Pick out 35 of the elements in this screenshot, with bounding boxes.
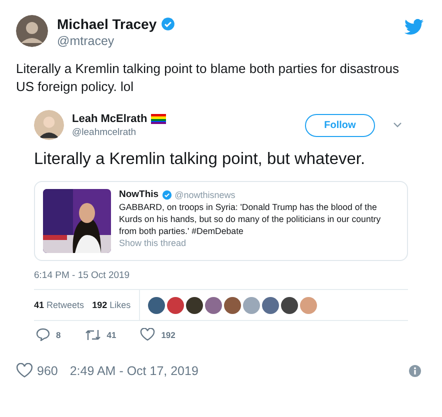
quoted-author-handle[interactable]: @nowthisnews xyxy=(174,190,236,200)
avatar[interactable] xyxy=(262,296,279,314)
avatar[interactable] xyxy=(280,296,298,314)
quoted-tweet-card[interactable] xyxy=(34,181,408,261)
bird-icon[interactable] xyxy=(404,19,424,35)
timestamp[interactable]: 2:49 AM - Oct 17, 2019 xyxy=(70,364,198,378)
author-handle[interactable]: @mtracey xyxy=(57,34,175,48)
heart-icon[interactable] xyxy=(140,328,156,341)
retweets-stat[interactable]: 41 Retweets xyxy=(34,300,84,310)
reply-count: 8 xyxy=(56,330,61,340)
avatar[interactable] xyxy=(148,296,165,314)
tweet-text: Literally a Kremlin talking point, but whatever. xyxy=(34,150,366,169)
avatar xyxy=(34,110,64,140)
author-name[interactable]: Michael Tracey xyxy=(57,16,157,32)
timestamp[interactable]: 6:14 PM - 15 Oct 2019 xyxy=(34,270,408,281)
info-icon[interactable] xyxy=(409,364,421,376)
avatar xyxy=(16,15,48,47)
author-handle[interactable]: @leahmcelrath xyxy=(72,127,166,138)
like-count: 192 xyxy=(161,330,176,340)
likes-stat[interactable]: 192 Likes xyxy=(92,300,131,310)
caret-icon[interactable] xyxy=(393,122,402,128)
follow-button[interactable]: Follow xyxy=(305,114,375,136)
show-thread-link[interactable]: Show this thread xyxy=(119,238,399,248)
retweet-icon[interactable] xyxy=(84,328,101,340)
heart-icon[interactable] xyxy=(16,363,33,378)
avatar[interactable] xyxy=(224,296,241,314)
quoted-author-name[interactable]: NowThis xyxy=(119,189,159,200)
reply-icon[interactable] xyxy=(36,328,50,341)
quoted-tweet-text: GABBARD, on troops in Syria: 'Donald Trump has the blood of the Kurds on his hands, but so do many of the politicians in our country from both parties.' #DemDebate xyxy=(119,201,382,237)
avatar[interactable] xyxy=(186,296,203,314)
like-count: 960 xyxy=(37,364,58,378)
author-name[interactable]: Leah McElrath xyxy=(72,113,148,125)
avatar[interactable] xyxy=(166,296,184,314)
tweet-text: Literally a Kremlin talking point to blame both parties for disastrous US foreign policy. lol xyxy=(16,60,400,96)
retweet-count: 41 xyxy=(106,330,116,340)
